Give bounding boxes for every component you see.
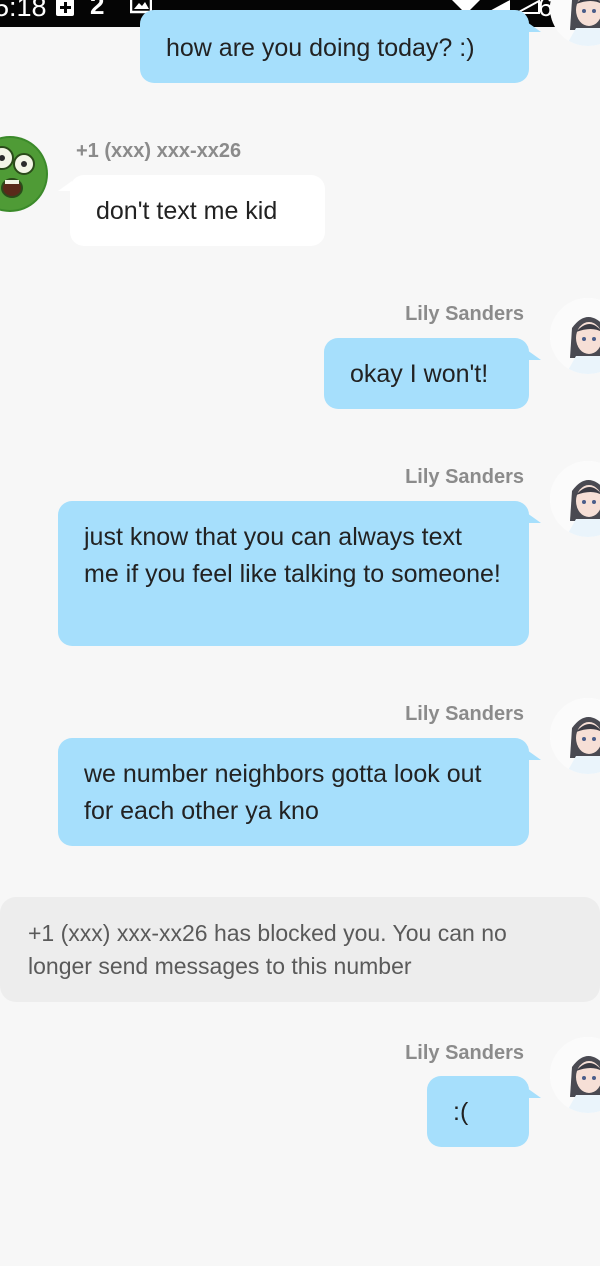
my-avatar[interactable] [550,1037,600,1113]
my-avatar[interactable] [550,298,600,374]
my-avatar[interactable] [550,698,600,774]
my-avatar[interactable] [550,0,600,46]
blocked-notice: +1 (xxx) xxx-xx26 has blocked you. You c… [0,897,600,1002]
notification-plus-icon [56,0,74,16]
message-bubble-outgoing[interactable]: okay I won't! [324,338,541,409]
bubble-tail [527,513,541,523]
girl-avatar-icon [550,698,600,774]
contact-avatar[interactable] [0,136,48,212]
notification-count: 2 [90,0,105,20]
girl-avatar-icon [550,461,600,537]
sender-name: Lily Sanders [405,466,524,488]
girl-avatar-icon [550,1037,600,1113]
sender-name: Lily Sanders [405,703,524,725]
bubble-tail [58,181,72,191]
message-bubble-outgoing[interactable]: just know that you can always text me if… [58,501,541,646]
girl-avatar-icon [550,298,600,374]
bubble-tail [527,350,541,360]
message-text: :( [453,1098,469,1126]
message-bubble-outgoing[interactable]: :( [427,1076,541,1147]
message-bubble-outgoing[interactable]: how are you doing today? :) [140,10,541,83]
sender-name: Lily Sanders [405,303,524,325]
message-text: how are you doing today? :) [166,34,475,62]
girl-avatar-icon [550,0,600,46]
bubble-tail [527,750,541,760]
message-bubble-incoming[interactable]: don't text me kid [58,175,325,246]
message-bubble-outgoing[interactable]: we number neighbors gotta look out for e… [58,738,541,846]
contact-number-label: +1 (xxx) xxx-xx26 [76,140,242,162]
bubble-tail [527,1088,541,1098]
sender-name: Lily Sanders [405,1042,524,1064]
message-text: we number neighbors gotta look out for e… [84,760,482,825]
message-text: okay I won't! [350,360,489,388]
zombie-avatar-icon [0,136,48,212]
message-text: just know that you can always text me if… [84,523,501,588]
bubble-tail [527,22,541,32]
message-text: don't text me kid [96,197,278,225]
my-avatar[interactable] [550,461,600,537]
status-time: 5:18 [0,0,47,22]
